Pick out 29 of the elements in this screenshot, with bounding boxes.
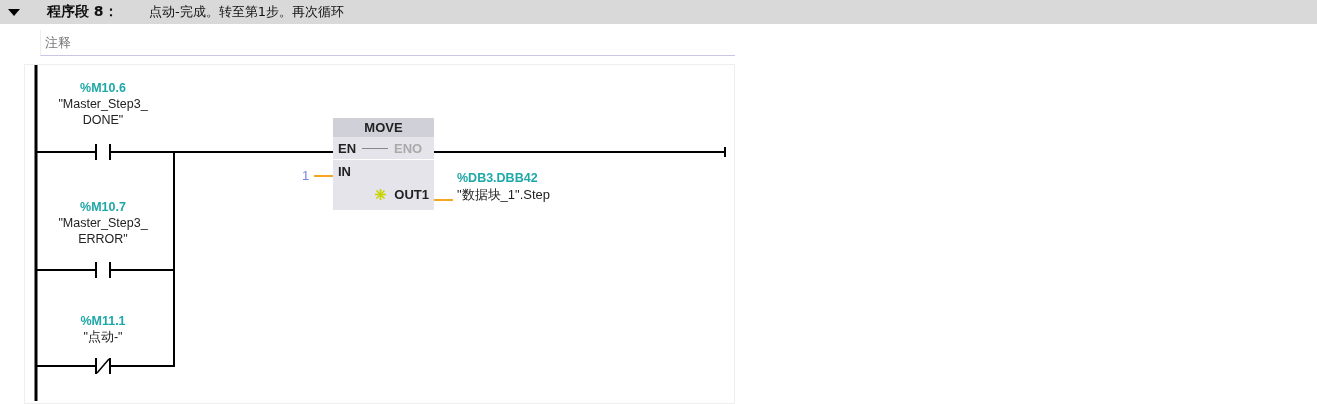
tag-name: "Master_Step3_ ERROR" xyxy=(57,215,149,247)
move-block[interactable]: MOVE EN ENO IN OUT1 xyxy=(333,118,434,210)
tag-name: "数据块_1".Step xyxy=(457,186,551,204)
normally-open-contact[interactable] xyxy=(95,261,111,279)
normally-open-contact[interactable] xyxy=(95,143,111,161)
wire xyxy=(35,365,97,367)
block-title: MOVE xyxy=(333,118,434,137)
pin-label: OUT1 xyxy=(394,186,429,204)
wire xyxy=(109,365,175,367)
normally-closed-contact[interactable] xyxy=(95,357,111,375)
comment-field[interactable]: 注释 xyxy=(40,30,735,56)
network-title: 点动-完成。转至第1步。再次循环 xyxy=(149,3,344,21)
pin-label: ENO xyxy=(394,139,423,158)
network-label: 程序段 8： xyxy=(47,3,119,21)
tag-address: %M11.1 xyxy=(79,314,127,328)
tag-name: "Master_Step3_ DONE" xyxy=(57,96,149,128)
tag-address: %M10.6 xyxy=(79,81,127,95)
tag-address: %M10.7 xyxy=(79,200,127,214)
wire xyxy=(35,151,97,153)
wire xyxy=(35,269,97,271)
tag-name: "点动-" xyxy=(82,329,124,345)
output-wire xyxy=(433,199,454,201)
pin-label: EN xyxy=(338,139,357,158)
tag-address: %DB3.DBB42 xyxy=(457,171,539,185)
wire xyxy=(109,269,175,271)
pin-label: IN xyxy=(338,163,351,181)
input-wire xyxy=(313,175,334,177)
sparkle-icon xyxy=(375,189,387,200)
collapse-icon[interactable] xyxy=(8,8,20,16)
